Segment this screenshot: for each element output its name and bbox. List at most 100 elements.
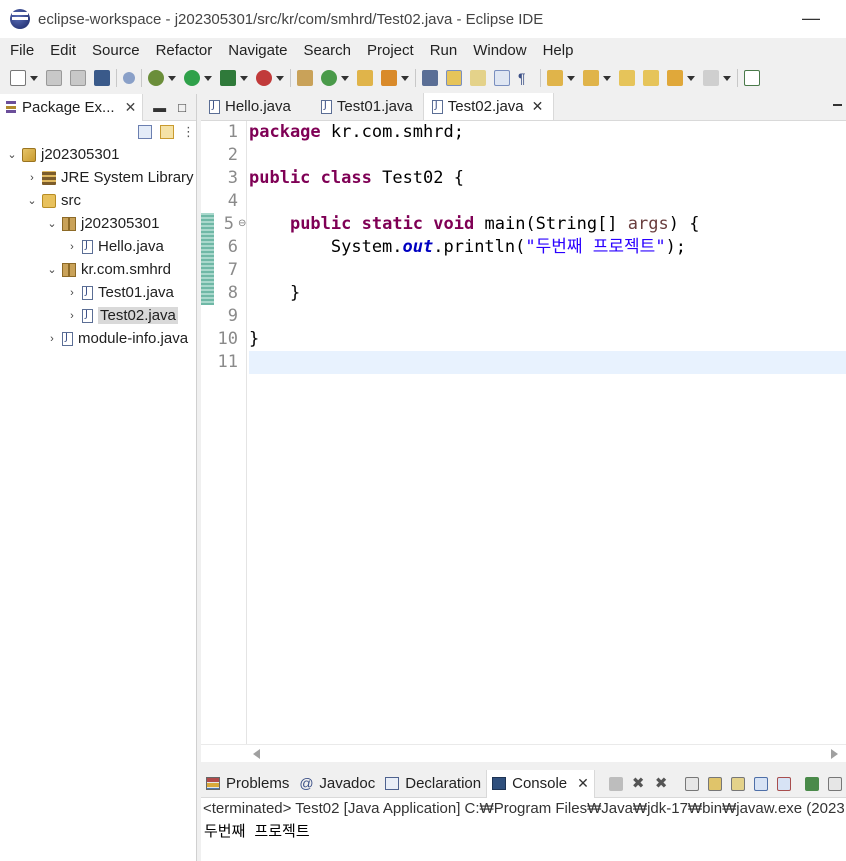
- chevron-down-icon[interactable]: ⌄: [24, 194, 40, 207]
- save-icon[interactable]: [46, 70, 62, 86]
- chevron-down-icon[interactable]: [567, 75, 575, 81]
- tree-item-project[interactable]: ⌄ j202305301: [0, 143, 196, 166]
- open-type-icon[interactable]: [357, 70, 373, 86]
- package-icon: [62, 216, 76, 231]
- chevron-down-icon[interactable]: [30, 75, 38, 81]
- skip-breakpoints-icon[interactable]: [123, 72, 135, 84]
- tree-item-hello-java[interactable]: › Hello.java: [0, 235, 196, 258]
- tab-hello-java[interactable]: Hello.java: [201, 93, 301, 120]
- remove-launch-icon[interactable]: ✖: [632, 776, 646, 791]
- tree-item-test02-java[interactable]: › Test02.java: [0, 304, 196, 327]
- save-all-icon[interactable]: [70, 70, 86, 86]
- chevron-right-icon[interactable]: ›: [64, 287, 80, 299]
- chevron-down-icon[interactable]: ⌄: [44, 217, 60, 230]
- menu-run[interactable]: Run: [422, 42, 466, 59]
- chevron-down-icon[interactable]: [603, 75, 611, 81]
- scroll-right-arrow-icon[interactable]: [831, 749, 838, 759]
- menu-window[interactable]: Window: [465, 42, 534, 59]
- menu-navigate[interactable]: Navigate: [220, 42, 295, 59]
- menu-edit[interactable]: Edit: [42, 42, 84, 59]
- chevron-down-icon[interactable]: [341, 75, 349, 81]
- console-view[interactable]: <terminated> Test02 [Java Application] C…: [201, 798, 846, 861]
- show-console-on-error-icon[interactable]: [776, 776, 791, 791]
- menu-help[interactable]: Help: [535, 42, 582, 59]
- new-wizard-icon[interactable]: [10, 70, 26, 86]
- next-annotation-icon[interactable]: [547, 70, 563, 86]
- previous-annotation-icon[interactable]: [583, 70, 599, 86]
- debug-icon[interactable]: [148, 70, 164, 86]
- chevron-right-icon[interactable]: ›: [64, 310, 80, 322]
- minimize-button[interactable]: —: [802, 8, 820, 29]
- tab-test02-java[interactable]: Test02.java ✕: [422, 93, 555, 120]
- clear-console-icon[interactable]: [684, 776, 699, 791]
- chevron-down-icon[interactable]: [168, 75, 176, 81]
- open-console-icon[interactable]: [827, 776, 842, 791]
- tree-item-src[interactable]: ⌄ src: [0, 189, 196, 212]
- back-icon[interactable]: [667, 70, 683, 86]
- external-tools-icon[interactable]: [256, 70, 272, 86]
- tab-package-explorer[interactable]: Package Ex... ✕: [0, 93, 144, 121]
- chevron-right-icon[interactable]: ›: [64, 241, 80, 253]
- tree-item-package-kr-com-smhrd[interactable]: ⌄ kr.com.smhrd: [0, 258, 196, 281]
- menu-source[interactable]: Source: [84, 42, 148, 59]
- tab-problems[interactable]: Problems: [201, 770, 294, 798]
- chevron-right-icon[interactable]: ›: [24, 172, 40, 184]
- tree-item-test01-java[interactable]: › Test01.java: [0, 281, 196, 304]
- editor-minimize-button[interactable]: [833, 104, 842, 106]
- chevron-right-icon[interactable]: ›: [44, 333, 60, 345]
- scroll-left-arrow-icon[interactable]: [253, 749, 260, 759]
- run-icon[interactable]: [184, 70, 200, 86]
- last-edit-location-icon[interactable]: [619, 70, 635, 86]
- chevron-down-icon[interactable]: [401, 75, 409, 81]
- tab-declaration[interactable]: Declaration: [380, 770, 486, 798]
- tree-item-jre-library[interactable]: › JRE System Library: [0, 166, 196, 189]
- tab-console[interactable]: Console ✕: [486, 769, 595, 798]
- show-console-on-output-icon[interactable]: [753, 776, 768, 791]
- code-editor[interactable]: 1 2 3 4 5 ⊖ 6 7 8 9 10 11 package kr.com…: [201, 121, 846, 744]
- minimize-panel-button[interactable]: ▬: [153, 100, 166, 115]
- menu-search[interactable]: Search: [295, 42, 359, 59]
- terminate-icon[interactable]: [608, 776, 623, 791]
- close-icon[interactable]: ✕: [125, 99, 137, 116]
- forward-edit-icon[interactable]: [643, 70, 659, 86]
- menu-file[interactable]: File: [2, 42, 42, 59]
- scroll-lock-icon[interactable]: [707, 776, 722, 791]
- maximize-panel-button[interactable]: □: [178, 100, 186, 115]
- open-perspective-icon[interactable]: [744, 70, 760, 86]
- toggle-mark-occurrences-icon[interactable]: [422, 70, 438, 86]
- toggle-block-selection-icon[interactable]: [470, 70, 486, 86]
- close-icon[interactable]: ✕: [532, 98, 544, 115]
- link-with-editor-icon[interactable]: [160, 125, 174, 139]
- tab-javadoc[interactable]: @ Javadoc: [294, 770, 380, 798]
- word-wrap-icon[interactable]: [730, 776, 745, 791]
- toggle-highlight-icon[interactable]: [446, 70, 462, 86]
- chevron-down-icon[interactable]: ⌄: [44, 263, 60, 276]
- fold-collapse-icon[interactable]: ⊖: [238, 218, 246, 229]
- tab-test01-java[interactable]: Test01.java: [301, 93, 423, 120]
- view-menu-icon[interactable]: ⋮: [182, 125, 195, 139]
- code-text[interactable]: package kr.com.smhrd; public class Test0…: [249, 121, 846, 744]
- show-whitespace-icon[interactable]: [494, 70, 510, 86]
- chevron-down-icon[interactable]: [723, 75, 731, 81]
- editor-horizontal-scrollbar[interactable]: [201, 744, 846, 762]
- pilcrow-icon[interactable]: ¶: [518, 70, 534, 86]
- coverage-icon[interactable]: [220, 70, 236, 86]
- forward-icon[interactable]: [703, 70, 719, 86]
- menu-refactor[interactable]: Refactor: [148, 42, 221, 59]
- chevron-down-icon[interactable]: [204, 75, 212, 81]
- tree-item-module-info-java[interactable]: › module-info.java: [0, 327, 196, 350]
- chevron-down-icon[interactable]: ⌄: [4, 148, 20, 161]
- close-icon[interactable]: ✕: [577, 775, 589, 792]
- new-java-package-icon[interactable]: [297, 70, 313, 86]
- menu-project[interactable]: Project: [359, 42, 422, 59]
- remove-all-terminated-icon[interactable]: ✖: [655, 776, 669, 791]
- new-java-class-icon[interactable]: [321, 70, 337, 86]
- pin-console-icon[interactable]: [804, 776, 819, 791]
- search-icon[interactable]: [381, 70, 397, 86]
- chevron-down-icon[interactable]: [687, 75, 695, 81]
- collapse-all-icon[interactable]: [138, 125, 152, 139]
- chevron-down-icon[interactable]: [276, 75, 284, 81]
- terminal-icon[interactable]: [94, 70, 110, 86]
- chevron-down-icon[interactable]: [240, 75, 248, 81]
- tree-item-package-j202305301[interactable]: ⌄ j202305301: [0, 212, 196, 235]
